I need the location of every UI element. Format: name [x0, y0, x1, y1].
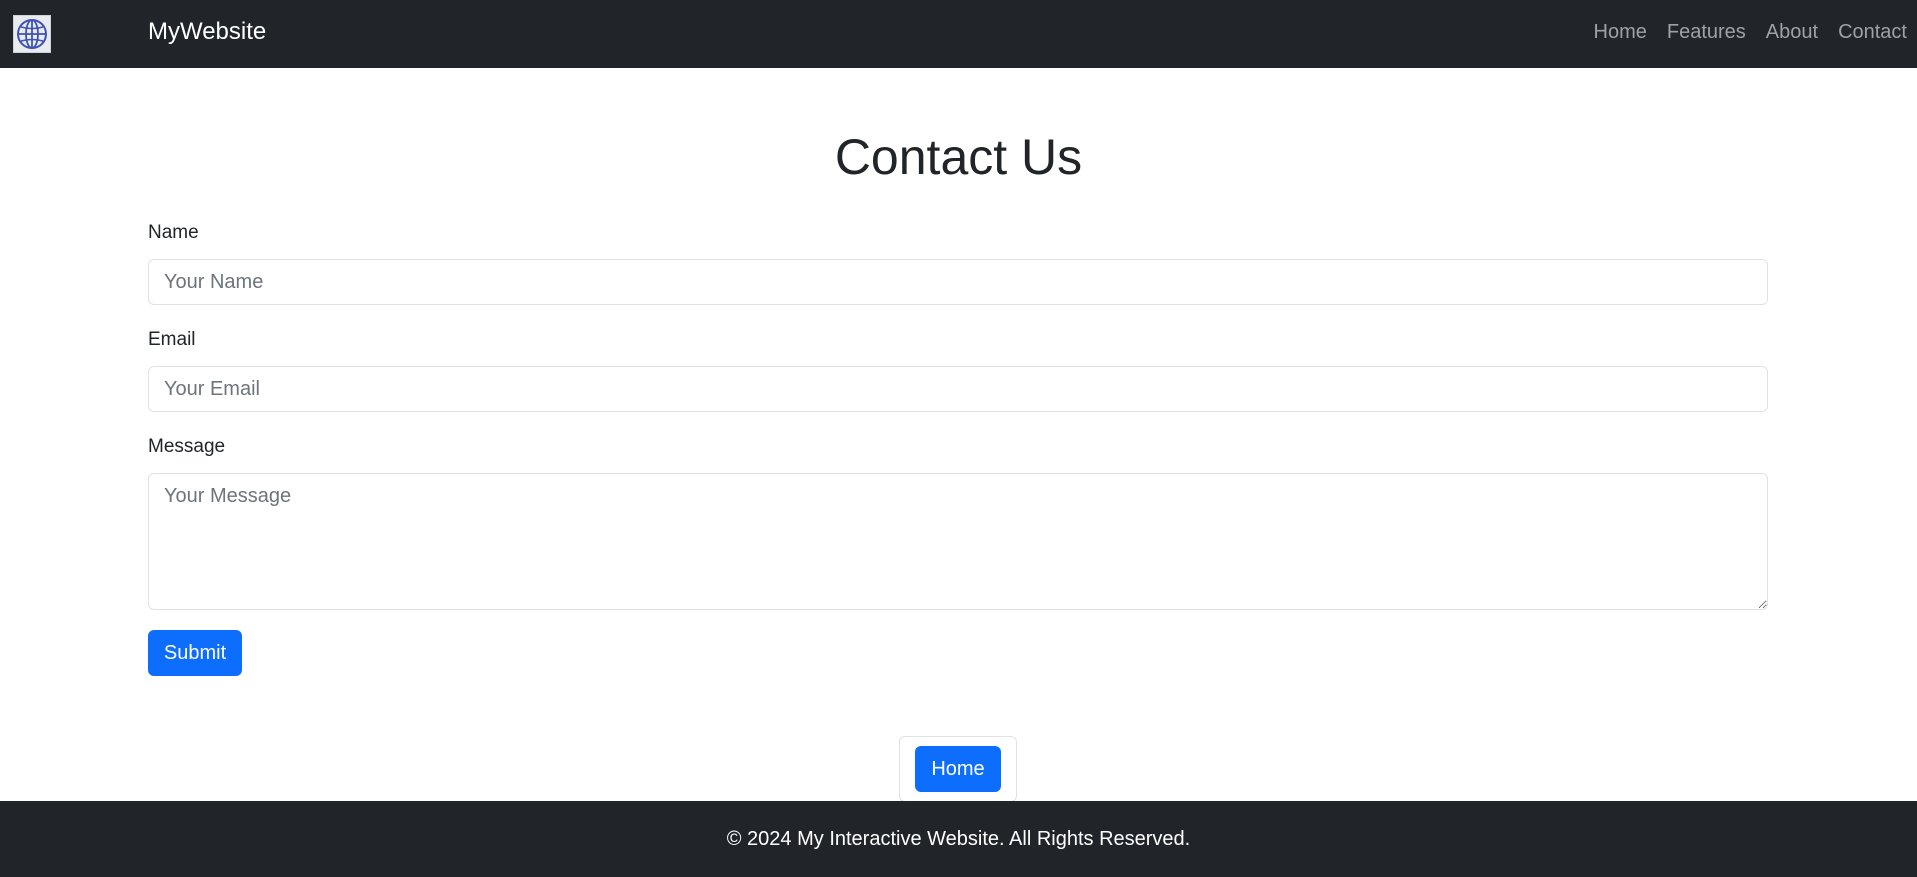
nav-link-home[interactable]: Home [1594, 21, 1647, 44]
message-textarea[interactable] [148, 473, 1768, 610]
nav-link-about[interactable]: About [1766, 21, 1818, 44]
email-input[interactable] [148, 366, 1768, 412]
page-title: Contact Us [834, 129, 1083, 185]
nav-links: Home Features About Contact [1594, 21, 1908, 44]
nav-link-features[interactable]: Features [1667, 21, 1746, 44]
name-label: Name [148, 222, 199, 243]
home-button[interactable]: Home [915, 746, 1001, 792]
brand-link[interactable]: MyWebsite [148, 18, 266, 46]
logo[interactable] [13, 15, 51, 53]
message-label: Message [148, 436, 226, 457]
globe-icon [17, 19, 47, 49]
navbar: MyWebsite Home Features About Contact [0, 0, 1917, 68]
submit-button[interactable]: Submit [148, 630, 242, 676]
email-label: Email [148, 329, 196, 350]
footer-copyright: © 2024 My Interactive Website. All Right… [726, 827, 1191, 850]
footer: © 2024 My Interactive Website. All Right… [0, 801, 1917, 877]
name-input[interactable] [148, 259, 1768, 305]
nav-link-contact[interactable]: Contact [1838, 21, 1907, 44]
